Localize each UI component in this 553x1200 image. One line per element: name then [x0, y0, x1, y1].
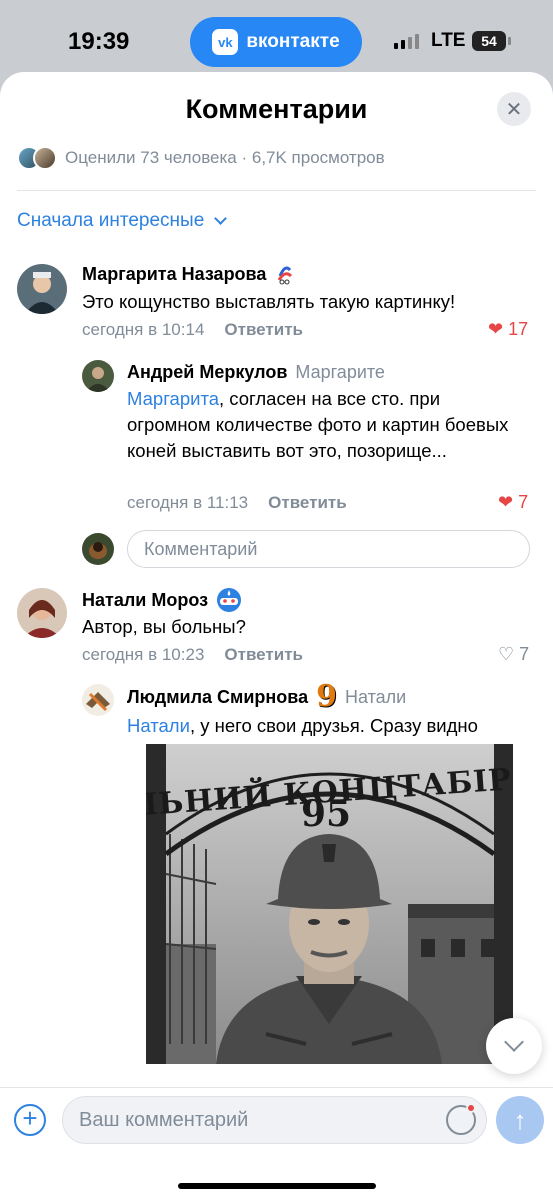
captain-badge-icon — [217, 588, 242, 612]
comment-time: сегодня в 11:13 — [127, 493, 249, 512]
comment-author[interactable]: Маргарита Назарова — [82, 262, 296, 286]
reply-button[interactable]: Ответить — [224, 320, 303, 340]
comment-composer: + Ваш комментарий ↑ — [0, 1087, 553, 1200]
like-button[interactable]: ❤ 17 — [488, 319, 528, 340]
heart-filled-icon: ❤ — [488, 319, 504, 339]
comments-sheet: Комментарии ✕ Оценили 73 человека · 6,7K… — [0, 72, 553, 1200]
author-name: Андрей Меркулов — [127, 362, 288, 382]
comment-author[interactable]: Андрей Меркулов Маргарите — [127, 362, 385, 383]
heart-outline-icon: ♡ — [498, 644, 515, 664]
add-attachment-icon[interactable]: + — [14, 1104, 46, 1136]
scroll-down-button[interactable] — [486, 1018, 542, 1074]
comment-text: Это кощунство выставлять такую картинку! — [82, 291, 456, 312]
reactions-summary[interactable]: Оценили 73 человека · 6,7K просмотров — [17, 146, 385, 170]
chevron-down-icon — [504, 1032, 524, 1052]
avatar[interactable] — [17, 588, 67, 638]
like-count: 7 — [519, 644, 530, 664]
avatar — [33, 146, 57, 170]
reply-button[interactable]: Ответить — [268, 493, 347, 513]
arch-number: 95 — [301, 793, 351, 835]
chevron-down-icon — [214, 211, 228, 225]
close-icon[interactable]: ✕ — [497, 92, 531, 126]
home-indicator — [178, 1183, 376, 1189]
notification-dot — [466, 1103, 476, 1113]
mention-link[interactable]: Маргарита — [127, 388, 219, 409]
my-avatar — [82, 533, 114, 565]
liker-avatars — [17, 146, 57, 170]
comment-meta: сегодня в 10:14 Ответить — [82, 320, 303, 340]
like-button[interactable]: ♡ 7 — [498, 644, 529, 665]
network-label: LTE — [431, 30, 466, 51]
reply-comment-input[interactable]: Комментарий — [127, 530, 530, 568]
author-name: Людмила Смирнова — [127, 686, 309, 707]
reactions-text: Оценили 73 человека · 6,7K просмотров — [65, 148, 385, 167]
olympic-badge-icon — [278, 266, 293, 285]
comment-text: Маргарита, согласен на все сто. при огро… — [127, 386, 527, 464]
avatar[interactable] — [17, 264, 67, 314]
comment-photo[interactable]: ВІЛЬНИЙ КОНЦТАБІР 95 95 — [146, 744, 513, 1064]
status-time: 19:39 — [68, 28, 130, 55]
reply-to-label[interactable]: Маргарите — [295, 362, 385, 383]
avatar[interactable] — [82, 360, 114, 392]
signal-icon — [394, 34, 419, 49]
vk-app-pill[interactable]: vk вконтакте — [190, 17, 362, 67]
st-george-nine-icon: 9 — [316, 679, 337, 714]
comment-text: Натали, у него свои друзья. Сразу видно — [127, 713, 537, 739]
vk-logo-icon: vk — [212, 29, 239, 55]
status-bar: 19:39 vk вконтакте LTE 54 — [0, 0, 553, 72]
divider — [17, 190, 536, 191]
avatar[interactable] — [82, 684, 114, 716]
sort-dropdown[interactable]: Сначала интересные — [17, 210, 228, 232]
vk-app-label: вконтакте — [246, 31, 340, 52]
mention-link[interactable]: Натали — [127, 715, 190, 736]
battery-icon: 54 — [472, 31, 511, 51]
comment-input[interactable]: Ваш комментарий — [62, 1096, 487, 1144]
like-count: 7 — [518, 492, 529, 512]
comment-time: сегодня в 10:23 — [82, 645, 205, 664]
send-icon[interactable]: ↑ — [496, 1096, 544, 1144]
comment-meta: сегодня в 11:13 Ответить — [127, 493, 347, 513]
like-count: 17 — [508, 319, 529, 339]
comment-body: , у него свои друзья. Сразу видно — [189, 715, 478, 736]
comment-text: Автор, вы больны? — [82, 616, 246, 637]
reply-button[interactable]: Ответить — [224, 645, 303, 665]
author-name: Маргарита Назарова — [82, 263, 267, 284]
comment-author[interactable]: Людмила Смирнова 9 Натали — [127, 679, 406, 714]
sort-label: Сначала интересные — [17, 210, 205, 231]
sheet-title: Комментарии — [185, 94, 368, 124]
comment-time: сегодня в 10:14 — [82, 320, 205, 339]
comment-author[interactable]: Натали Мороз — [82, 587, 242, 613]
author-name: Натали Мороз — [82, 589, 209, 610]
like-button[interactable]: ❤ 7 — [498, 492, 528, 513]
comment-meta: сегодня в 10:23 Ответить — [82, 645, 303, 665]
heart-filled-icon: ❤ — [498, 492, 514, 512]
reply-to-label[interactable]: Натали — [345, 687, 406, 708]
